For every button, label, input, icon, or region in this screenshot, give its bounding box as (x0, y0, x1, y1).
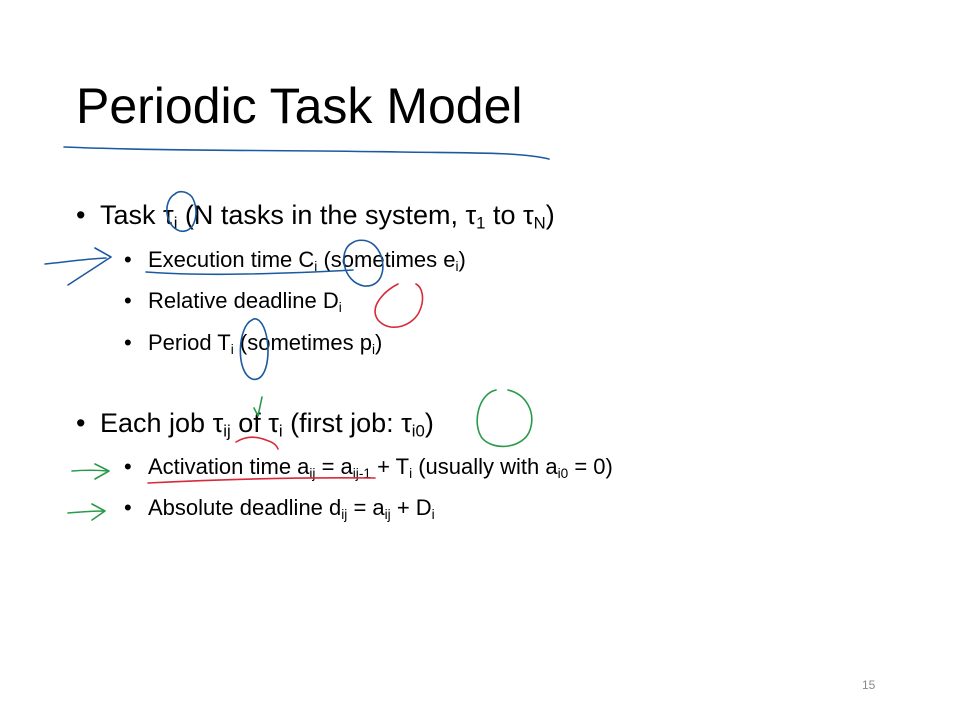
text-run: ) (545, 200, 555, 230)
period-text: Period Ti (sometimes pi) (148, 330, 383, 356)
text-run: to τ (485, 200, 534, 230)
title-underline-ink (63, 146, 550, 160)
bullet-marker: • (124, 330, 132, 355)
bullet-marker: • (76, 408, 86, 438)
text-run: + T (370, 454, 410, 479)
subscript: ij (223, 421, 231, 441)
slide-title: Periodic Task Model (76, 78, 523, 134)
subscript: i (338, 299, 342, 315)
bullet-marker: • (124, 288, 132, 313)
text-run: Activation time a (148, 454, 310, 479)
text-run: Task τ (100, 200, 174, 230)
subscript: i0 (557, 465, 569, 481)
sub-bullet-period: • Period Ti (sometimes pi) (124, 328, 382, 358)
text-run: = 0) (568, 454, 613, 479)
text-run: Relative deadline D (148, 288, 339, 313)
bullet-marker: • (124, 454, 132, 479)
subscript: ij-1 (352, 465, 371, 481)
sub-bullet-activation-time: • Activation time aij = aij-1 + Ti (usual… (124, 452, 613, 482)
absolute-deadline-arrow-ink (67, 503, 106, 521)
bullet-marker: • (76, 200, 86, 230)
bullet-marker: • (124, 247, 132, 272)
subscript: N (533, 213, 546, 233)
bullet-task: • Task τi (N tasks in the system, τ1 to τ… (76, 197, 555, 233)
text-run: (sometimes p (233, 330, 372, 355)
text-run: (usually with a (412, 454, 558, 479)
subscript: i0 (411, 421, 425, 441)
absolute-deadline-text: Absolute deadline dij = aij + Di (148, 495, 435, 522)
text-run: ) (424, 408, 434, 438)
text-run: Absolute deadline d (148, 495, 342, 520)
sub-bullet-execution-time: • Execution time Ci (sometimes ei) (124, 245, 466, 275)
text-run: Each job τ (100, 408, 224, 438)
text-run: = a (315, 454, 353, 479)
text-run: (N tasks in the system, τ (177, 200, 477, 230)
text-run: Execution time C (148, 247, 315, 272)
text-run: Period T (148, 330, 231, 355)
activation-time-text: Activation time aij = aij-1 + Ti (usuall… (148, 454, 613, 481)
slide: Periodic Task Model • Task τi (N tasks in… (0, 0, 960, 720)
execution-time-text: Execution time Ci (sometimes ei) (148, 247, 466, 273)
text-run: (first job: τ (282, 408, 412, 438)
relative-deadline-text: Relative deadline Di (148, 288, 342, 315)
bullet-task-text: Task τi (N tasks in the system, τ1 to τN… (100, 200, 555, 233)
page-number: 15 (862, 678, 876, 692)
sub-bullet-relative-deadline: • Relative deadline Di (124, 286, 342, 316)
text-run: + D (390, 495, 432, 520)
bullet-marker: • (124, 495, 132, 520)
taui0-circle-ink (476, 389, 533, 448)
text-run: ) (374, 330, 383, 355)
text-run: ) (458, 247, 466, 272)
sub-bullet-absolute-deadline: • Absolute deadline dij = aij + Di (124, 493, 435, 523)
execution-time-arrowhead-ink (67, 247, 112, 286)
subscript: i (431, 506, 435, 522)
text-run: = a (347, 495, 385, 520)
bullet-each-job: • Each job τij of τi (first job: τi0) (76, 405, 434, 441)
text-run: (sometimes e (317, 247, 456, 272)
activation-time-arrow-ink (71, 463, 110, 480)
bullet-each-job-text: Each job τij of τi (first job: τi0) (100, 408, 434, 441)
execution-time-arrow-ink (44, 257, 107, 265)
text-run: of τ (230, 408, 279, 438)
di-circle-ink (374, 283, 424, 329)
